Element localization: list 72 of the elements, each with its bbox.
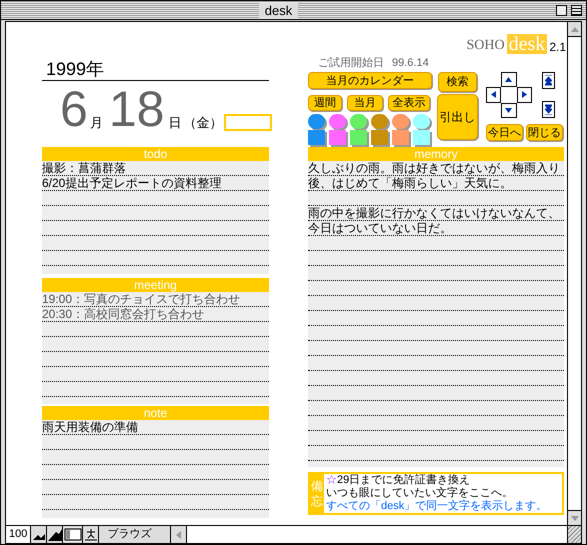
scroll-up-button[interactable]	[568, 22, 581, 37]
section-header: memory	[308, 147, 564, 161]
jump-bottom-button[interactable]	[542, 101, 555, 118]
toolbar-button[interactable]: 検索	[438, 72, 477, 92]
triangle-left-icon	[176, 530, 182, 538]
view-button[interactable]: 当月	[347, 95, 383, 111]
scroll-down-button[interactable]	[568, 510, 581, 525]
memo-line: ☆29日までに免許証書き換え	[326, 474, 472, 486]
mode-field[interactable]: ブラウズ	[99, 526, 172, 543]
month-number: 6	[60, 87, 88, 131]
resize-handle-icon[interactable]	[568, 525, 581, 543]
arrow-down-button[interactable]	[501, 102, 517, 118]
color-circle-swatch[interactable]	[392, 114, 409, 129]
trial-start-date: 99.6.14	[392, 57, 429, 70]
entry-line: 6/20提出予定レポートの資料整理	[42, 176, 269, 191]
memo-line: いつも眼にしていたい文字をここへ。	[326, 487, 514, 500]
month-unit: 月	[90, 115, 103, 131]
triangle-up-icon	[505, 77, 512, 82]
triangle-down-icon	[505, 108, 512, 113]
color-square-swatch[interactable]	[371, 130, 388, 145]
section-header: note	[42, 406, 269, 420]
arrow-up-button[interactable]	[501, 72, 517, 88]
color-circle-swatch[interactable]	[371, 114, 388, 129]
day-unit: 日	[168, 115, 182, 131]
toolbar-button[interactable]: 当月のカレンダー	[308, 72, 432, 89]
collapse-box-icon[interactable]	[571, 4, 582, 16]
zoom-box-icon[interactable]	[556, 4, 567, 16]
entry-line: 20:30：高校同窓会打ち合わせ	[42, 307, 269, 322]
nav-button[interactable]: 今日へ	[486, 124, 523, 141]
section-header: meeting	[42, 278, 269, 292]
date-input-field[interactable]	[224, 114, 272, 131]
entry-line: 19:00：写真のチョイスで打ち合わせ	[42, 292, 269, 307]
trial-start-label: ご試用開始日	[318, 57, 384, 70]
entry-line: 撮影：菖蒲群落	[42, 161, 269, 176]
triangle-up-icon	[570, 26, 578, 32]
triangle-left-icon	[491, 91, 496, 98]
color-square-swatch[interactable]	[392, 130, 409, 145]
color-square-swatch[interactable]	[350, 130, 367, 145]
day-number: 18	[108, 87, 164, 131]
color-square-swatch[interactable]	[308, 130, 325, 145]
section-header: todo	[42, 147, 269, 161]
logo-product: desk	[506, 34, 548, 54]
triangle-down-icon	[570, 516, 578, 520]
horizontal-scrollbar[interactable]	[187, 526, 567, 543]
layout-icon[interactable]	[63, 526, 84, 543]
view-button[interactable]: 週間	[308, 95, 342, 111]
triangle-right-icon	[522, 91, 527, 98]
entry-line: 後、はじめて「梅雨らしい」天気に。	[308, 176, 564, 191]
color-circle-swatch[interactable]	[413, 114, 430, 129]
entry-line: 雨の中を撮影に行かなくてはいけないなんて、	[308, 206, 564, 221]
color-circle-swatch[interactable]	[308, 114, 325, 129]
entry-line: 今日はついていない日だ。	[308, 221, 564, 236]
entry-line: 久しぶりの雨。雨は好きではないが、梅雨入り	[308, 161, 564, 176]
logo-version: 2.1	[549, 40, 566, 54]
memo-label: 備忘	[310, 474, 324, 513]
zoom-level-field[interactable]: 100	[6, 526, 32, 543]
color-circle-swatch[interactable]	[350, 114, 367, 129]
drawer-button[interactable]: 引出し	[437, 94, 478, 140]
memo-line: すべての「desk」で同一文字を表示します。	[326, 500, 548, 513]
nav-button[interactable]: 閉じる	[526, 124, 563, 141]
color-square-swatch[interactable]	[413, 130, 430, 145]
year-label: 1999年	[46, 59, 104, 79]
entry-line: 雨天用装備の準備	[42, 420, 269, 435]
arrow-left-button[interactable]	[486, 87, 502, 103]
arrow-right-button[interactable]	[516, 87, 532, 103]
color-square-swatch[interactable]	[329, 130, 346, 145]
color-circle-swatch[interactable]	[329, 114, 346, 129]
window-title: desk	[258, 2, 298, 18]
view-button[interactable]: 全表示	[388, 95, 430, 111]
weekday-label: （金）	[183, 115, 222, 131]
logo-brand: SOHO	[466, 38, 505, 54]
jump-top-button[interactable]	[542, 72, 555, 89]
